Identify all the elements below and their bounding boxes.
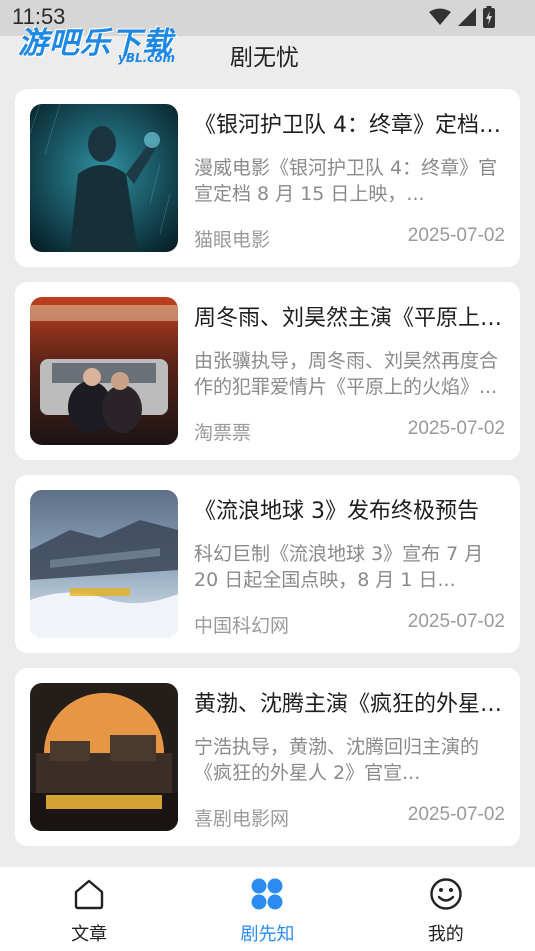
bottom-tab-bar: 文章 剧先知 我的 (0, 867, 535, 951)
article-summary: 由张骥执导，周冬雨、刘昊然再度合作的犯罪爱情片《平原上的火焰》... (194, 350, 499, 398)
wifi-icon (429, 8, 451, 25)
tab-profile[interactable]: 我的 (357, 867, 535, 951)
watermark-logo: 游吧乐下载 yBL.com (18, 18, 188, 66)
article-list: 《银河护卫队 4：终章》定档 8 月 15 日 漫威电影《银河护卫队 4：终章》… (15, 89, 520, 861)
article-thumbnail (30, 297, 178, 445)
grid-icon (251, 878, 283, 910)
article-source: 喜剧电影网 (194, 808, 290, 830)
tab-articles[interactable]: 文章 (0, 867, 178, 951)
article-summary: 漫威电影《银河护卫队 4：终章》官宣定档 8 月 15 日上映，... (194, 157, 498, 205)
article-title: 《流浪地球 3》发布终极预告 (194, 499, 479, 524)
article-source: 淘票票 (194, 422, 252, 444)
page-title: 剧无忧 (230, 45, 299, 71)
article-title: 《银河护卫队 4：终章》定档 8 月 15 日 (194, 113, 506, 138)
article-date: 2025-07-02 (407, 804, 505, 825)
article-date: 2025-07-02 (407, 611, 505, 632)
article-card[interactable]: 周冬雨、刘昊然主演《平原上的火焰》 由张骥执导，周冬雨、刘昊然再度合作的犯罪爱情… (15, 282, 520, 460)
home-icon (74, 879, 104, 910)
article-card[interactable]: 黄渤、沈腾主演《疯狂的外星人 2》 宁浩执导，黄渤、沈腾回归主演的《疯狂的外星人… (15, 668, 520, 846)
signal-icon (458, 8, 476, 26)
article-thumbnail (30, 104, 178, 252)
tab-label: 文章 (71, 924, 108, 945)
watermark-subtext: yBL.com (118, 51, 176, 65)
smiley-icon (430, 878, 462, 910)
tab-drama-insight[interactable]: 剧先知 (178, 867, 356, 951)
battery-icon (483, 6, 495, 28)
article-summary: 科幻巨制《流浪地球 3》宣布 7 月 20 日起全国点映，8 月 1 日... (194, 543, 484, 591)
tab-label: 我的 (427, 924, 464, 945)
article-title: 周冬雨、刘昊然主演《平原上的火焰》 (194, 306, 506, 331)
tab-label: 剧先知 (240, 924, 295, 945)
article-date: 2025-07-02 (407, 418, 505, 439)
article-card[interactable]: 《流浪地球 3》发布终极预告 科幻巨制《流浪地球 3》宣布 7 月 20 日起全… (15, 475, 520, 653)
article-source: 中国科幻网 (194, 615, 290, 637)
article-thumbnail (30, 490, 178, 638)
article-summary: 宁浩执导，黄渤、沈腾回归主演的《疯狂的外星人 2》官宣... (194, 736, 480, 784)
article-thumbnail (30, 683, 178, 831)
article-title: 黄渤、沈腾主演《疯狂的外星人 2》 (194, 692, 506, 717)
article-card[interactable]: 《银河护卫队 4：终章》定档 8 月 15 日 漫威电影《银河护卫队 4：终章》… (15, 89, 520, 267)
article-date: 2025-07-02 (407, 225, 505, 246)
article-source: 猫眼电影 (194, 229, 271, 251)
status-icons (429, 6, 495, 28)
